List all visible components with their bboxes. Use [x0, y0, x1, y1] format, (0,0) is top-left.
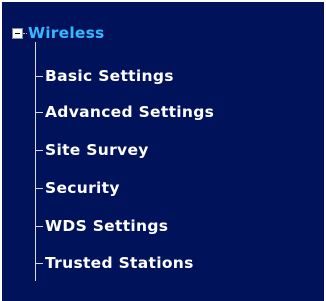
- menu-item-label[interactable]: Advanced Settings: [45, 103, 214, 121]
- wireless-menu-tree: Wireless Basic Settings Advanced Setting…: [2, 2, 324, 301]
- wireless-node-label[interactable]: Wireless: [28, 24, 104, 42]
- tree-branch-line: [35, 75, 43, 77]
- menu-item-wds-settings[interactable]: WDS Settings: [35, 212, 168, 240]
- tree-branch-line: [35, 149, 43, 151]
- menu-item-label[interactable]: WDS Settings: [45, 217, 168, 235]
- menu-item-trusted-stations[interactable]: Trusted Stations: [35, 249, 194, 277]
- tree-branch-line: [35, 262, 43, 264]
- tree-branch-line: [35, 111, 43, 113]
- tree-node-wireless[interactable]: Wireless: [12, 20, 104, 46]
- menu-item-label[interactable]: Site Survey: [45, 141, 149, 159]
- menu-item-label[interactable]: Trusted Stations: [45, 254, 194, 272]
- tree-branch-line: [35, 225, 43, 227]
- menu-item-basic-settings[interactable]: Basic Settings: [35, 62, 174, 90]
- menu-item-label[interactable]: Basic Settings: [45, 67, 174, 85]
- menu-item-advanced-settings[interactable]: Advanced Settings: [35, 98, 214, 126]
- menu-item-security[interactable]: Security: [35, 174, 120, 202]
- collapse-minus-icon[interactable]: [12, 27, 23, 39]
- navigation-panel: Wireless Basic Settings Advanced Setting…: [2, 2, 324, 301]
- menu-item-label[interactable]: Security: [45, 179, 120, 197]
- menu-item-site-survey[interactable]: Site Survey: [35, 136, 149, 164]
- tree-connector: [23, 32, 27, 34]
- tree-branch-line: [35, 187, 43, 189]
